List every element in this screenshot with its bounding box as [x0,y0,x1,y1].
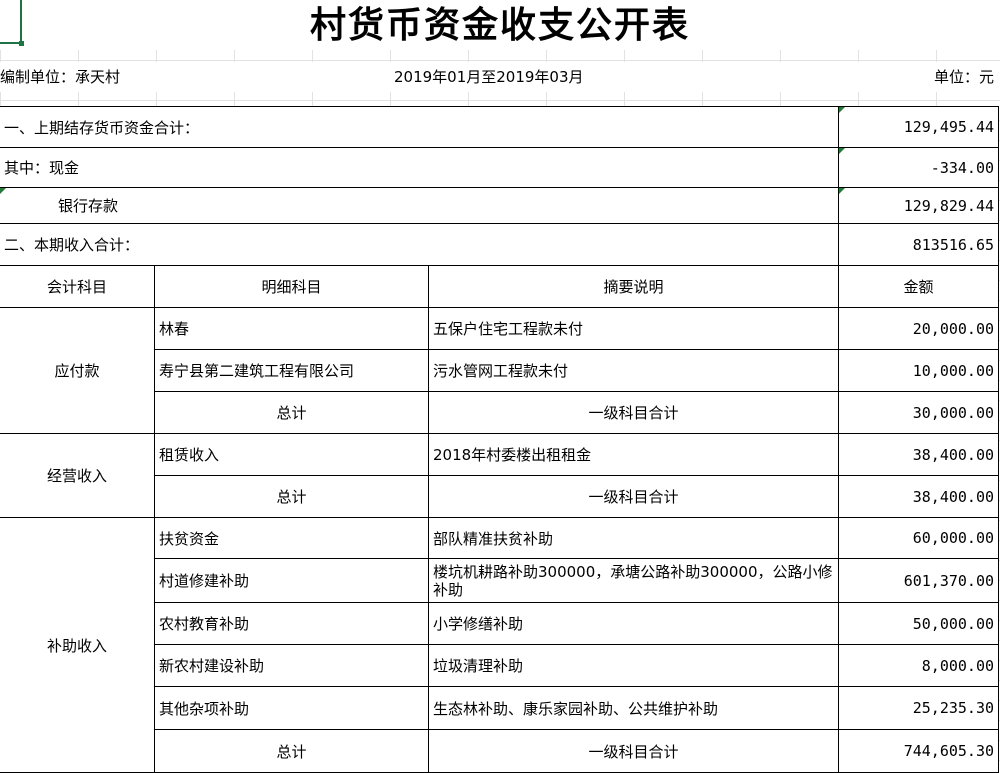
subtotal-label[interactable]: 总计 [154,729,429,773]
detail-cell[interactable]: 租赁收入 [154,433,429,476]
amount-cell[interactable]: 10,000.00 [838,349,1000,392]
description-cell[interactable]: 五保户住宅工程款未付 [427,307,840,350]
subtotal-amount[interactable]: 744,605.30 [838,729,1000,773]
subtotal-amount[interactable]: 30,000.00 [838,391,1000,434]
col-header-detail[interactable]: 明细科目 [154,265,429,308]
summary-value[interactable]: 813516.65 [838,223,1000,266]
table-row: 经营收入 租赁收入 2018年村委楼出租租金 38,400.00 [0,433,1000,518]
prepared-by-unit: 编制单位：承天村 [0,68,121,86]
currency-unit: 单位：元 [933,68,994,86]
description-cell[interactable]: 小学修缮补助 [427,602,840,645]
summary-row: 其中：现金 -334.00 [0,147,1000,188]
amount-cell[interactable]: 601,370.00 [838,558,1000,603]
detail-cell[interactable]: 新农村建设补助 [154,644,429,687]
summary-label[interactable]: 一、上期结存货币资金合计： [0,106,840,148]
summary-row: 一、上期结存货币资金合计： 129,495.44 [0,106,1000,148]
summary-label[interactable]: 二、本期收入合计： [0,223,840,266]
amount-cell[interactable]: 60,000.00 [838,517,1000,559]
table-row: 补助收入 扶贫资金 部队精准扶贫补助 60,000.00 [0,517,1000,773]
summary-row: 银行存款 129,829.44 [0,187,1000,224]
description-cell[interactable]: 生态林补助、康乐家园补助、公共维护补助 [427,686,840,730]
account-cell[interactable]: 经营收入 [0,433,155,518]
summary-label[interactable]: 其中：现金 [0,147,840,188]
summary-value[interactable]: 129,829.44 [838,187,1000,224]
subtotal-amount[interactable]: 38,400.00 [838,475,1000,518]
col-header-amount[interactable]: 金额 [838,265,1000,308]
detail-cell[interactable]: 农村教育补助 [154,602,429,645]
col-header-description[interactable]: 摘要说明 [427,265,840,308]
active-cell-selector[interactable] [0,0,24,46]
amount-cell[interactable]: 25,235.30 [838,686,1000,730]
description-cell[interactable]: 污水管网工程款未付 [427,349,840,392]
subtotal-description[interactable]: 一级科目合计 [427,475,840,518]
detail-cell[interactable]: 寿宁县第二建筑工程有限公司 [154,349,429,392]
account-cell[interactable]: 应付款 [0,307,155,434]
summary-row: 二、本期收入合计： 813516.65 [0,223,1000,266]
summary-label[interactable]: 银行存款 [0,187,840,224]
detail-cell[interactable]: 其他杂项补助 [154,686,429,730]
detail-cell[interactable]: 林春 [154,307,429,350]
summary-value[interactable]: -334.00 [838,147,1000,188]
account-cell[interactable]: 补助收入 [0,517,155,773]
column-header-row: 会计科目 明细科目 摘要说明 金额 [0,265,1000,308]
report-period: 2019年01月至2019年03月 [394,68,584,86]
sheet-title: 村货币资金收支公开表 [0,0,1000,50]
subtotal-description[interactable]: 一级科目合计 [427,729,840,773]
amount-cell[interactable]: 8,000.00 [838,644,1000,687]
subtotal-label[interactable]: 总计 [154,475,429,518]
col-header-account[interactable]: 会计科目 [0,265,155,308]
description-cell[interactable]: 部队精准扶贫补助 [427,517,840,559]
amount-cell[interactable]: 50,000.00 [838,602,1000,645]
subtotal-description[interactable]: 一级科目合计 [427,391,840,434]
amount-cell[interactable]: 38,400.00 [838,433,1000,476]
detail-cell[interactable]: 扶贫资金 [154,517,429,559]
subtotal-label[interactable]: 总计 [154,391,429,434]
cash-flow-table: 一、上期结存货币资金合计： 129,495.44 其中：现金 -334.00 银… [0,106,1000,773]
description-cell[interactable]: 2018年村委楼出租租金 [427,433,840,476]
report-header-row: 编制单位：承天村 2019年01月至2019年03月 单位：元 [0,62,1000,92]
description-cell[interactable]: 垃圾清理补助 [427,644,840,687]
description-cell[interactable]: 楼坑机耕路补助300000，承塘公路补助300000，公路小修补助 [427,558,840,603]
detail-cell[interactable]: 村道修建补助 [154,558,429,603]
amount-cell[interactable]: 20,000.00 [838,307,1000,350]
table-row: 应付款 林春 五保户住宅工程款未付 20,000.00 [0,307,1000,434]
summary-value[interactable]: 129,495.44 [838,106,1000,148]
